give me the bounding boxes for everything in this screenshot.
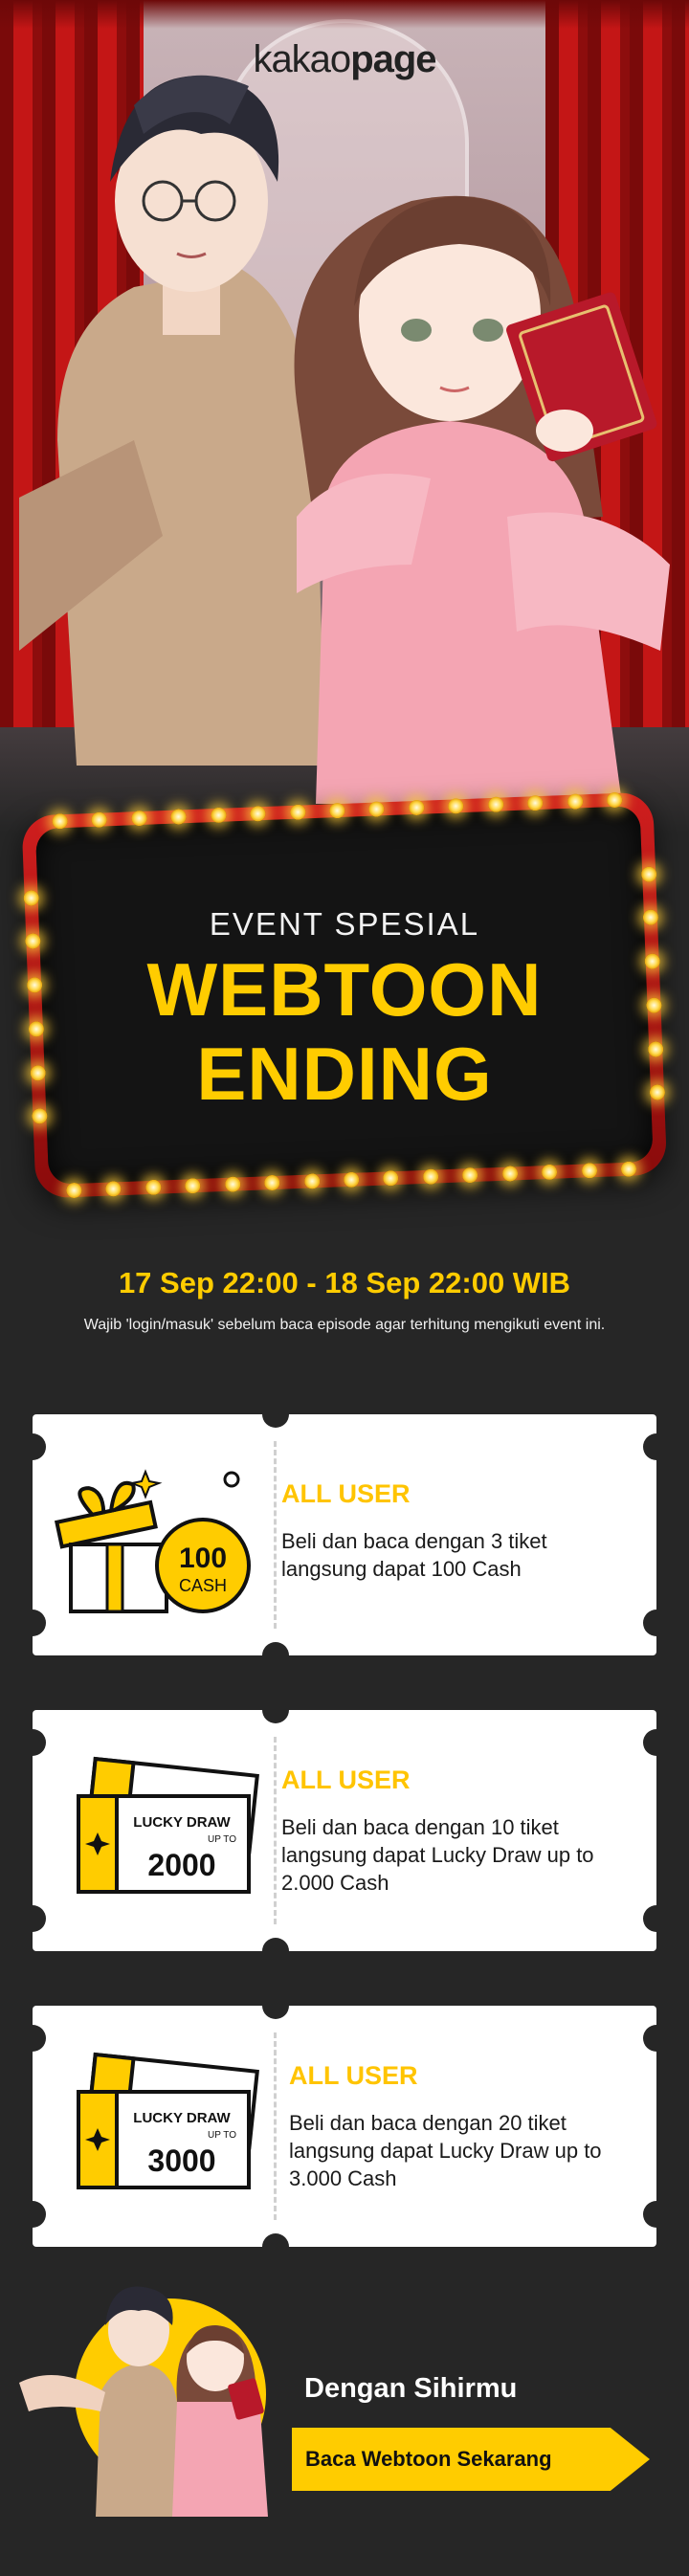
lucky-draw-ticket-icon: LUCKY DRAW UP TO 3000 <box>77 2052 259 2189</box>
reward-title: ALL USER <box>289 2061 418 2090</box>
login-note: Wajib 'login/masuk' sebelum baca episode… <box>83 1317 606 1333</box>
event-title-line-2: ENDING <box>196 1032 493 1116</box>
ticket-divider <box>274 2032 277 2220</box>
marquee-light-bulb <box>640 866 657 882</box>
reward-description: Beli dan baca dengan 20 tiket langsung d… <box>289 2111 602 2190</box>
lucky-draw-label: LUCKY DRAW <box>133 1814 231 1831</box>
female-character-illustration <box>294 195 670 804</box>
read-webtoon-button-label: Baca Webtoon Sekarang <box>305 2447 552 2471</box>
marquee-light-bulb <box>581 1163 597 1179</box>
lucky-draw-amount: 2000 <box>147 1848 215 1882</box>
marquee-light-bulb <box>567 793 584 810</box>
ticket-divider <box>274 1441 277 1629</box>
lucky-draw-amount: 3000 <box>147 2143 215 2178</box>
event-title-line-1: WEBTOON <box>146 947 543 1032</box>
reward-title: ALL USER <box>281 1765 411 1794</box>
reward-description: Beli dan baca dengan 10 tiket langsung d… <box>281 1815 594 1895</box>
marquee-light-bulb <box>210 807 227 824</box>
event-label: EVENT SPESIAL <box>209 906 480 942</box>
reward-description: Beli dan baca dengan 3 tiket langsung da… <box>281 1529 547 1581</box>
cash-label: CASH <box>179 1576 227 1595</box>
cta-title: Dengan Sihirmu <box>304 2373 518 2404</box>
footer-characters-illustration <box>19 2286 268 2517</box>
read-webtoon-button[interactable]: Baca Webtoon Sekarang <box>292 2428 650 2491</box>
reward-ticket-3: LUCKY DRAW UP TO 3000 ALL USER Beli dan … <box>19 1992 670 2260</box>
marquee-light-bulb <box>487 796 504 813</box>
marquee-light-bulb <box>303 1173 321 1189</box>
curtain-valance <box>0 0 689 29</box>
hero-banner: kakaopage <box>0 0 689 833</box>
event-period: 17 Sep 22:00 - 18 Sep 22:00 WIB <box>118 1266 571 1299</box>
cash-amount: 100 <box>179 1543 227 1574</box>
reward-title: ALL USER <box>281 1479 411 1508</box>
reward-ticket-2: LUCKY DRAW UP TO 2000 ALL USER Beli dan … <box>19 1697 670 1965</box>
event-title: WEBTOON ENDING <box>0 947 689 1116</box>
marquee-light-bulb <box>23 889 39 906</box>
marquee-light-bulb <box>501 1166 519 1182</box>
reward-ticket-1: 100 CASH ALL USER Beli dan baca dengan 3… <box>19 1401 670 1669</box>
up-to-label: UP TO <box>208 1834 236 1845</box>
marquee-light-bulb <box>224 1176 241 1192</box>
up-to-label: UP TO <box>208 2130 236 2141</box>
lucky-draw-ticket-icon: LUCKY DRAW UP TO 2000 <box>77 1756 259 1894</box>
lucky-draw-label: LUCKY DRAW <box>133 2110 231 2126</box>
gift-box-icon: 100 CASH <box>54 1469 251 1613</box>
marquee-light-bulb <box>289 804 306 821</box>
ticket-divider <box>274 1737 277 1924</box>
kakaopage-logo: kakaopage <box>253 38 436 80</box>
